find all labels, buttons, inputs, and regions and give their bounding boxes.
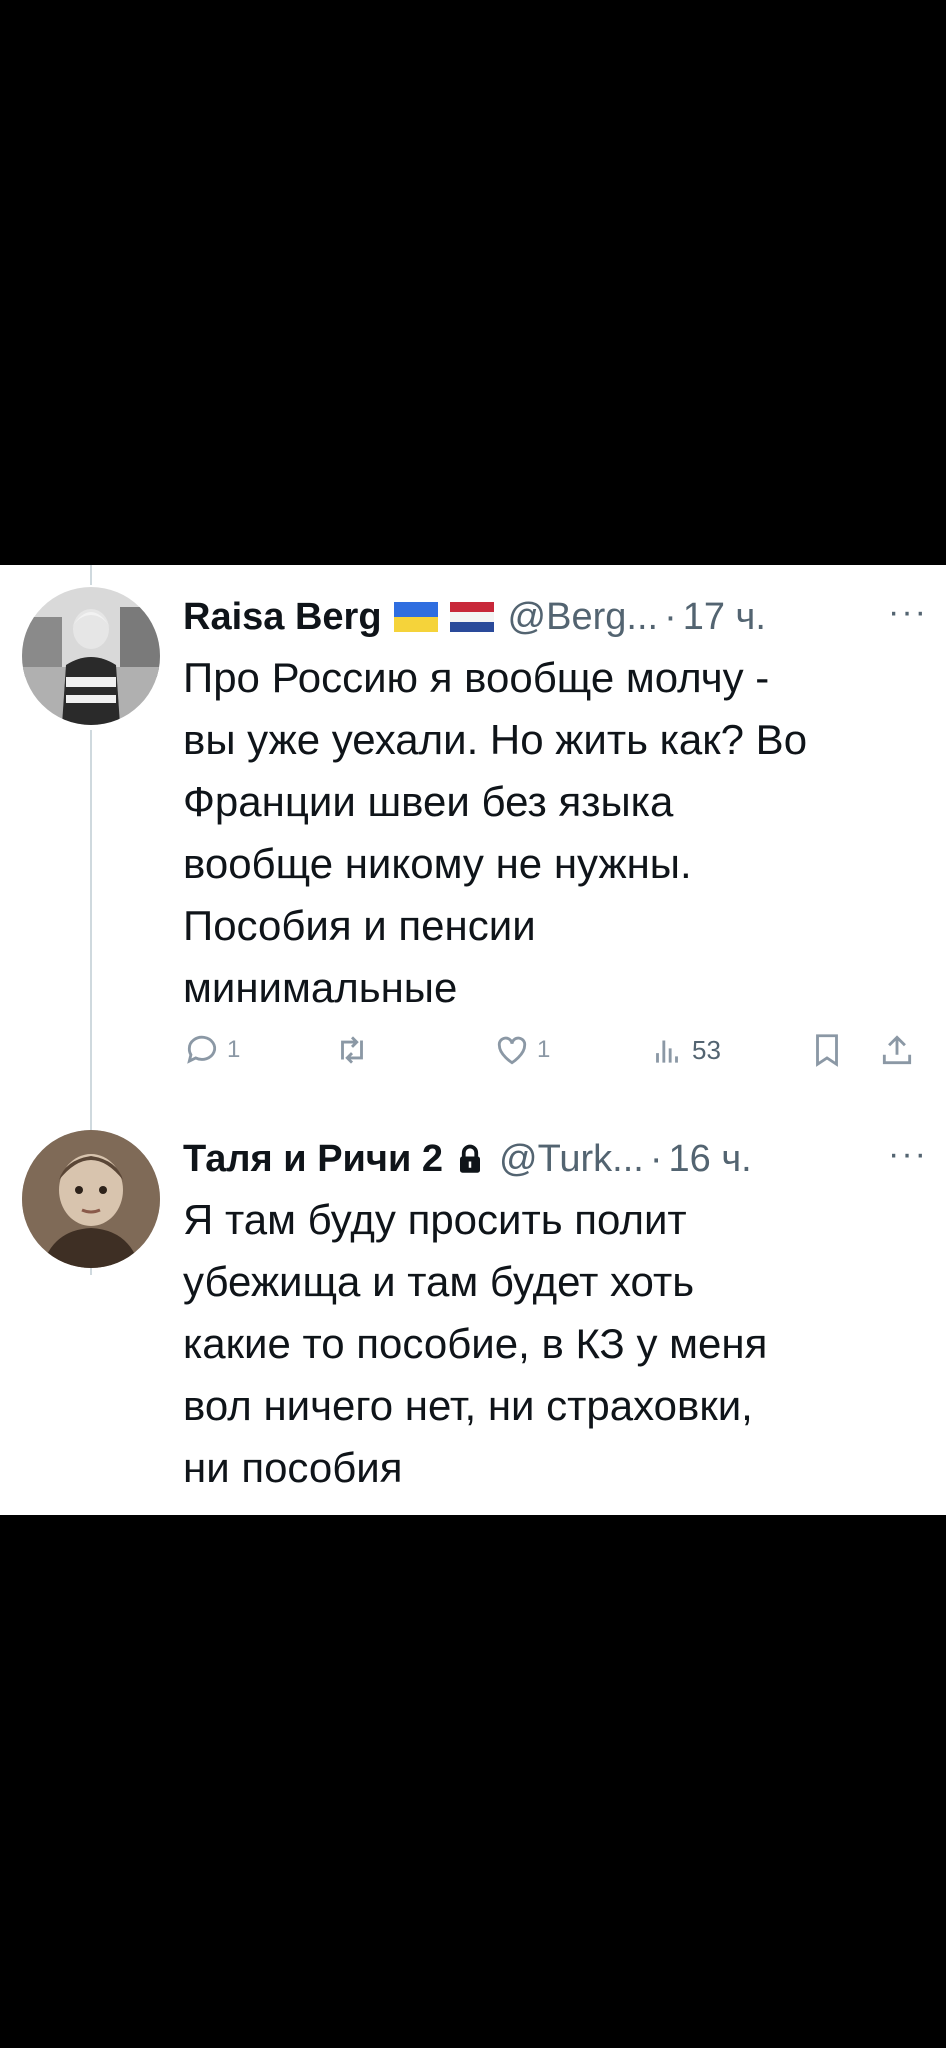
views-button[interactable]: 53 bbox=[648, 1025, 721, 1075]
views-icon bbox=[656, 1040, 678, 1063]
bookmark-icon bbox=[816, 1034, 838, 1067]
more-options-icon[interactable]: ··· bbox=[888, 593, 928, 632]
more-options-icon[interactable]: ··· bbox=[888, 1135, 928, 1174]
views-count: 53 bbox=[692, 1034, 721, 1065]
avatar[interactable] bbox=[22, 1130, 160, 1268]
tweet-header: Таля и Ричи 2 @Turk... · 16 ч. bbox=[183, 1133, 752, 1185]
ukraine-flag-icon bbox=[393, 602, 438, 632]
tweet-thread-card: Raisa Berg @Berg... · 17 ч. ··· Про Росс… bbox=[0, 565, 946, 1515]
tweet-text: Про Россию я вообще молчу - вы уже уехал… bbox=[183, 654, 808, 1011]
tweet[interactable]: Raisa Berg @Berg... · 17 ч. ··· Про Росс… bbox=[0, 565, 946, 1105]
tweet-actions: 1 1 53 bbox=[183, 1025, 923, 1075]
bookmark-button[interactable] bbox=[808, 1025, 846, 1075]
handle[interactable]: @Berg... bbox=[508, 596, 659, 639]
tweet[interactable]: Таля и Ричи 2 @Turk... · 16 ч. ··· Я там… bbox=[0, 1105, 946, 1515]
lock-icon bbox=[460, 1144, 481, 1173]
display-name[interactable]: Таля и Ричи 2 bbox=[183, 1138, 443, 1181]
retweet-button[interactable] bbox=[333, 1025, 377, 1075]
share-icon bbox=[882, 1035, 912, 1065]
timestamp[interactable]: 16 ч. bbox=[669, 1138, 752, 1181]
tweet-header: Raisa Berg @Berg... · 17 ч. bbox=[183, 591, 766, 643]
separator: · bbox=[664, 595, 677, 638]
display-name[interactable]: Raisa Berg bbox=[183, 596, 382, 639]
tweet-text: Я там буду просить полит убежища и там б… bbox=[183, 1196, 768, 1491]
avatar[interactable] bbox=[22, 587, 160, 725]
separator: · bbox=[649, 1137, 663, 1180]
retweet-icon bbox=[341, 1036, 363, 1064]
timestamp[interactable]: 17 ч. bbox=[683, 596, 766, 639]
reply-icon bbox=[187, 1035, 217, 1064]
share-button[interactable] bbox=[878, 1025, 916, 1075]
netherlands-flag-icon bbox=[449, 602, 494, 632]
reply-count: 1 bbox=[227, 1036, 241, 1063]
like-count: 1 bbox=[537, 1036, 551, 1063]
reply-button[interactable]: 1 bbox=[183, 1025, 240, 1075]
handle[interactable]: @Turk... bbox=[499, 1138, 644, 1181]
heart-icon bbox=[497, 1036, 527, 1065]
like-button[interactable]: 1 bbox=[493, 1025, 550, 1075]
